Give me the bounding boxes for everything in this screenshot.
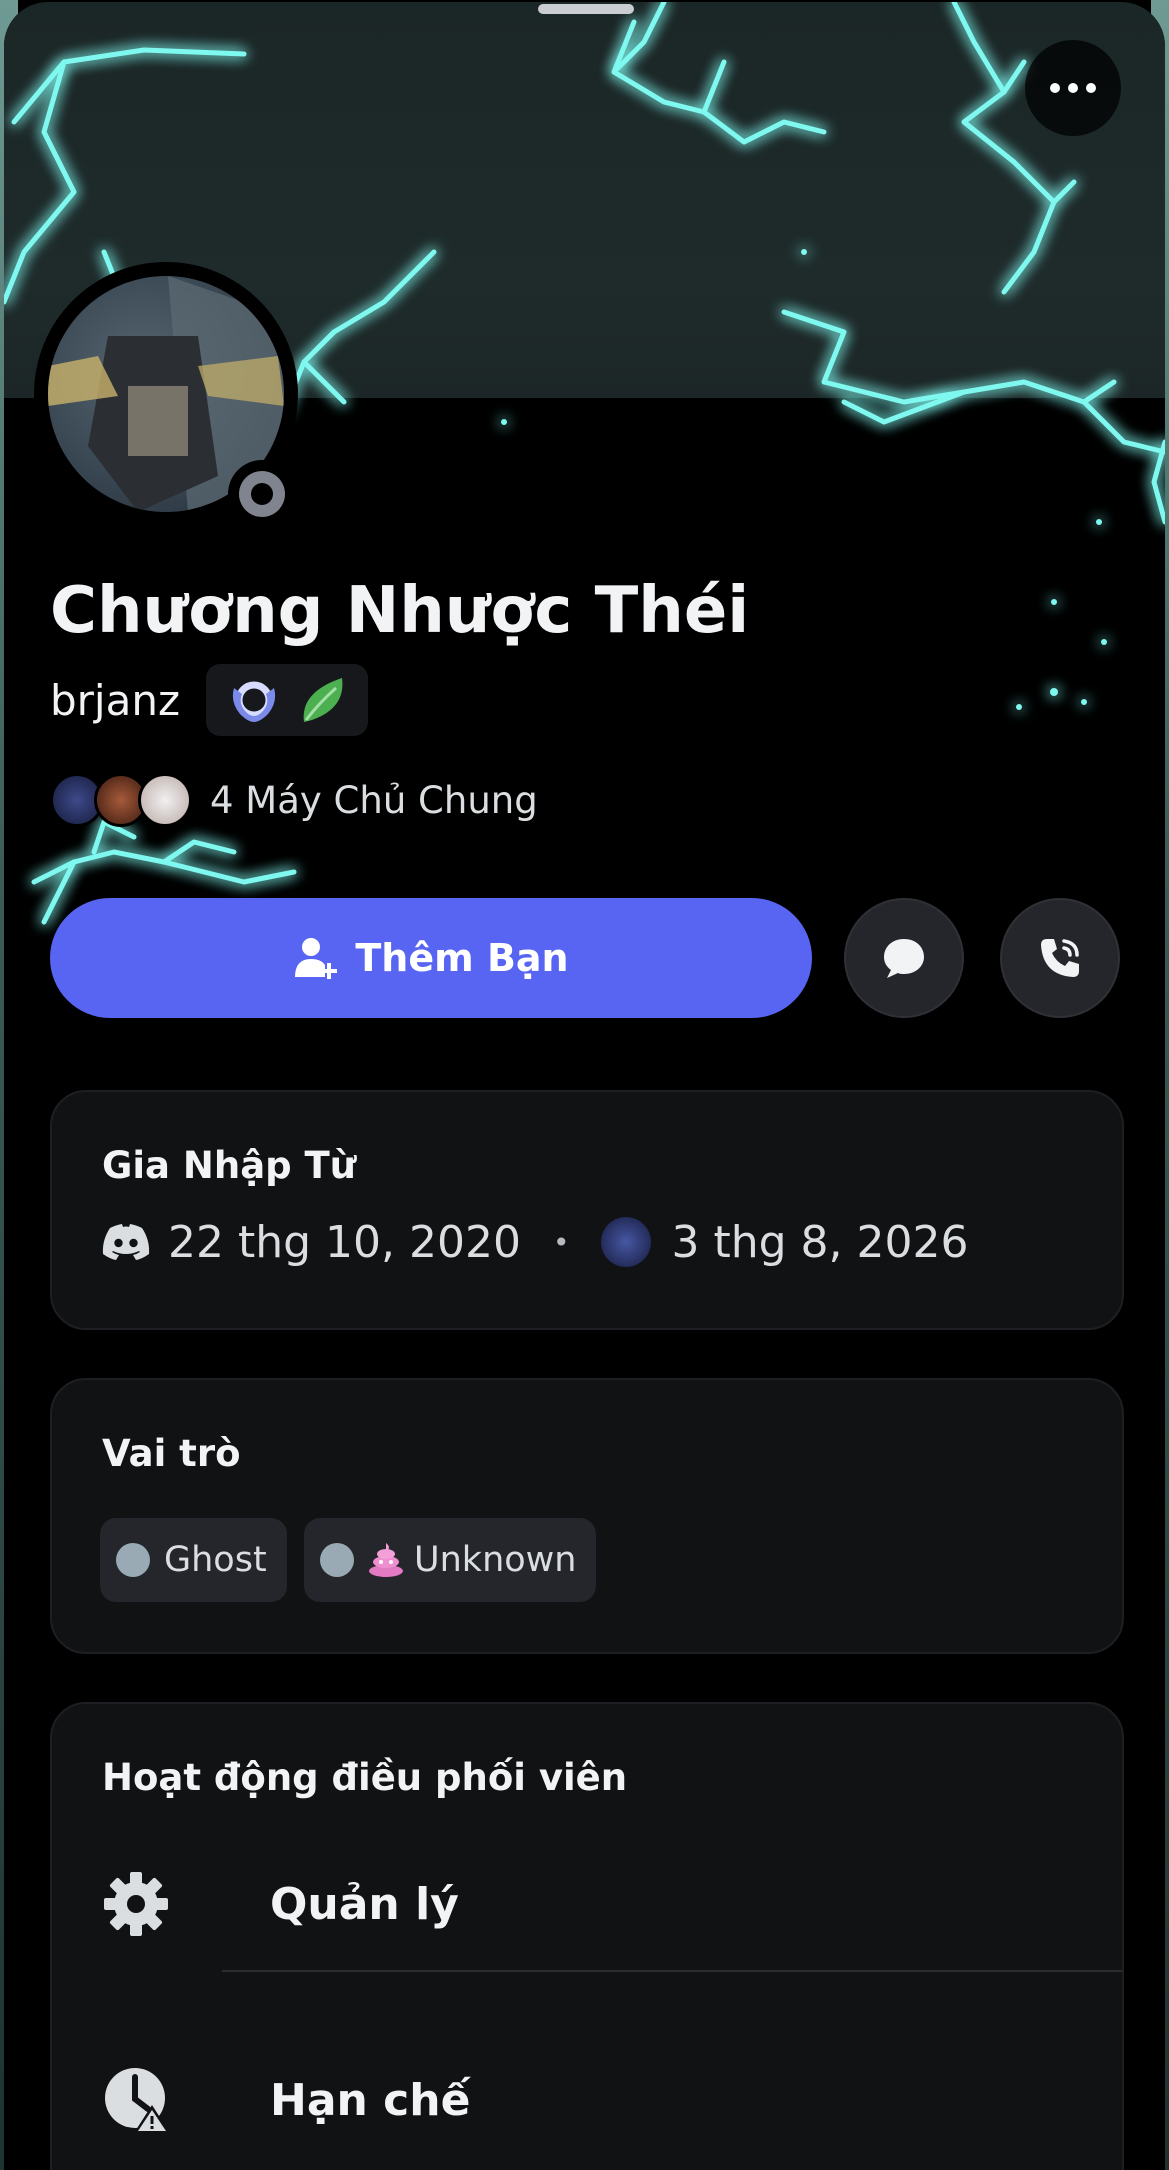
role-color-dot [116, 1543, 150, 1577]
server-avatar [138, 773, 192, 827]
chat-bubble-icon [884, 939, 924, 978]
row-divider [222, 1970, 1122, 1972]
manage-row[interactable]: Quản lý [102, 1844, 1122, 1964]
offline-status-icon [239, 471, 285, 517]
role-pill-unknown[interactable]: Unknown [304, 1518, 597, 1602]
profile-sheet: Chương Nhược Théi brjanz 4 Máy Chủ Chung [4, 2, 1165, 2170]
mutual-servers-label: 4 Máy Chủ Chung [210, 778, 538, 822]
gear-icon [104, 1872, 168, 1936]
restrict-row[interactable]: Hạn chế [102, 2040, 1122, 2160]
moderator-activity-title: Hoạt động điều phối viên [102, 1756, 628, 1799]
role-label: Ghost [164, 1540, 267, 1580]
profile-screen: Chương Nhược Théi brjanz 4 Máy Chủ Chung [0, 0, 1169, 2170]
phone-icon [1041, 939, 1079, 977]
role-color-dot [320, 1543, 354, 1577]
more-options-button[interactable] [1025, 40, 1121, 136]
username-row: brjanz [50, 664, 368, 736]
member-since-title: Gia Nhập Từ [102, 1144, 357, 1187]
leaf-badge-icon[interactable] [298, 672, 348, 728]
manage-label: Quản lý [270, 1878, 459, 1930]
restrict-label: Hạn chế [270, 2074, 471, 2126]
discord-logo-icon [102, 1224, 150, 1260]
roles-card: Vai trò Ghost Unknown [50, 1378, 1124, 1654]
mutual-servers[interactable]: 4 Máy Chủ Chung [50, 772, 538, 828]
more-dots-icon [1050, 83, 1096, 93]
timeout-clock-icon [105, 2068, 170, 2133]
server-icon [601, 1217, 652, 1267]
moderator-activity-card: Hoạt động điều phối viên Quản lý Hạn chế [50, 1702, 1124, 2170]
status-indicator [228, 460, 296, 528]
role-label: Unknown [414, 1540, 577, 1580]
badge-list [206, 664, 368, 736]
sheet-grab-handle[interactable] [538, 4, 634, 14]
date-separator: • [552, 1225, 570, 1259]
roles-title: Vai trò [102, 1432, 241, 1475]
poop-emoji-icon [369, 1543, 403, 1577]
add-friend-button[interactable]: Thêm Bạn [50, 898, 812, 1018]
role-pill-ghost[interactable]: Ghost [100, 1518, 287, 1602]
member-since-card: Gia Nhập Từ 22 thg 10, 2020 • 3 thg 8, 2… [50, 1090, 1124, 1330]
server-join-date: 3 thg 8, 2026 [671, 1216, 969, 1268]
hypesquad-brilliance-icon[interactable] [226, 672, 282, 728]
member-since-dates: 22 thg 10, 2020 • 3 thg 8, 2026 [102, 1212, 968, 1272]
discord-join-date: 22 thg 10, 2020 [168, 1216, 521, 1268]
call-button[interactable] [1000, 898, 1120, 1018]
add-friend-icon [295, 938, 338, 979]
display-name: Chương Nhược Théi [50, 574, 750, 648]
username[interactable]: brjanz [50, 676, 180, 725]
add-friend-label: Thêm Bạn [355, 936, 569, 980]
message-button[interactable] [844, 898, 964, 1018]
